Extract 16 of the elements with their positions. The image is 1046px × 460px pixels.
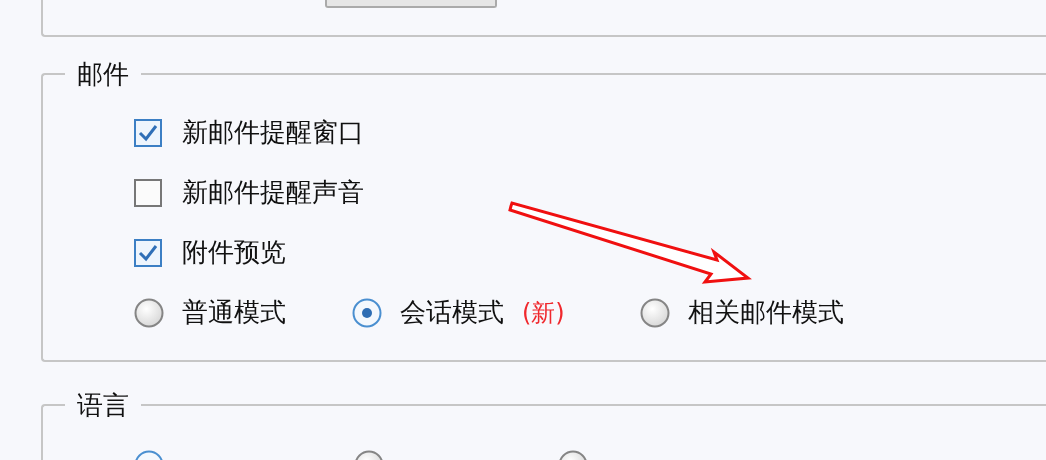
checkbox[interactable] <box>134 119 162 147</box>
checkbox-label: 新邮件提醒声音 <box>182 177 364 209</box>
radio-button[interactable] <box>640 298 670 328</box>
checkbox-label: 附件预览 <box>182 237 286 269</box>
radio-label: 普通模式 <box>182 297 286 329</box>
checkbox-label: 新邮件提醒窗口 <box>182 117 364 149</box>
checkbox[interactable] <box>134 239 162 267</box>
group-title: 语言 <box>65 390 141 420</box>
new-tag: (新) <box>522 298 565 328</box>
button[interactable] <box>325 0 497 8</box>
radio-button[interactable] <box>134 298 164 328</box>
radio-label: 会话模式 <box>400 297 504 329</box>
radio-label: 相关邮件模式 <box>688 297 844 329</box>
group-title: 邮件 <box>65 59 141 89</box>
checkbox[interactable] <box>134 179 162 207</box>
radio-button[interactable] <box>352 298 382 328</box>
